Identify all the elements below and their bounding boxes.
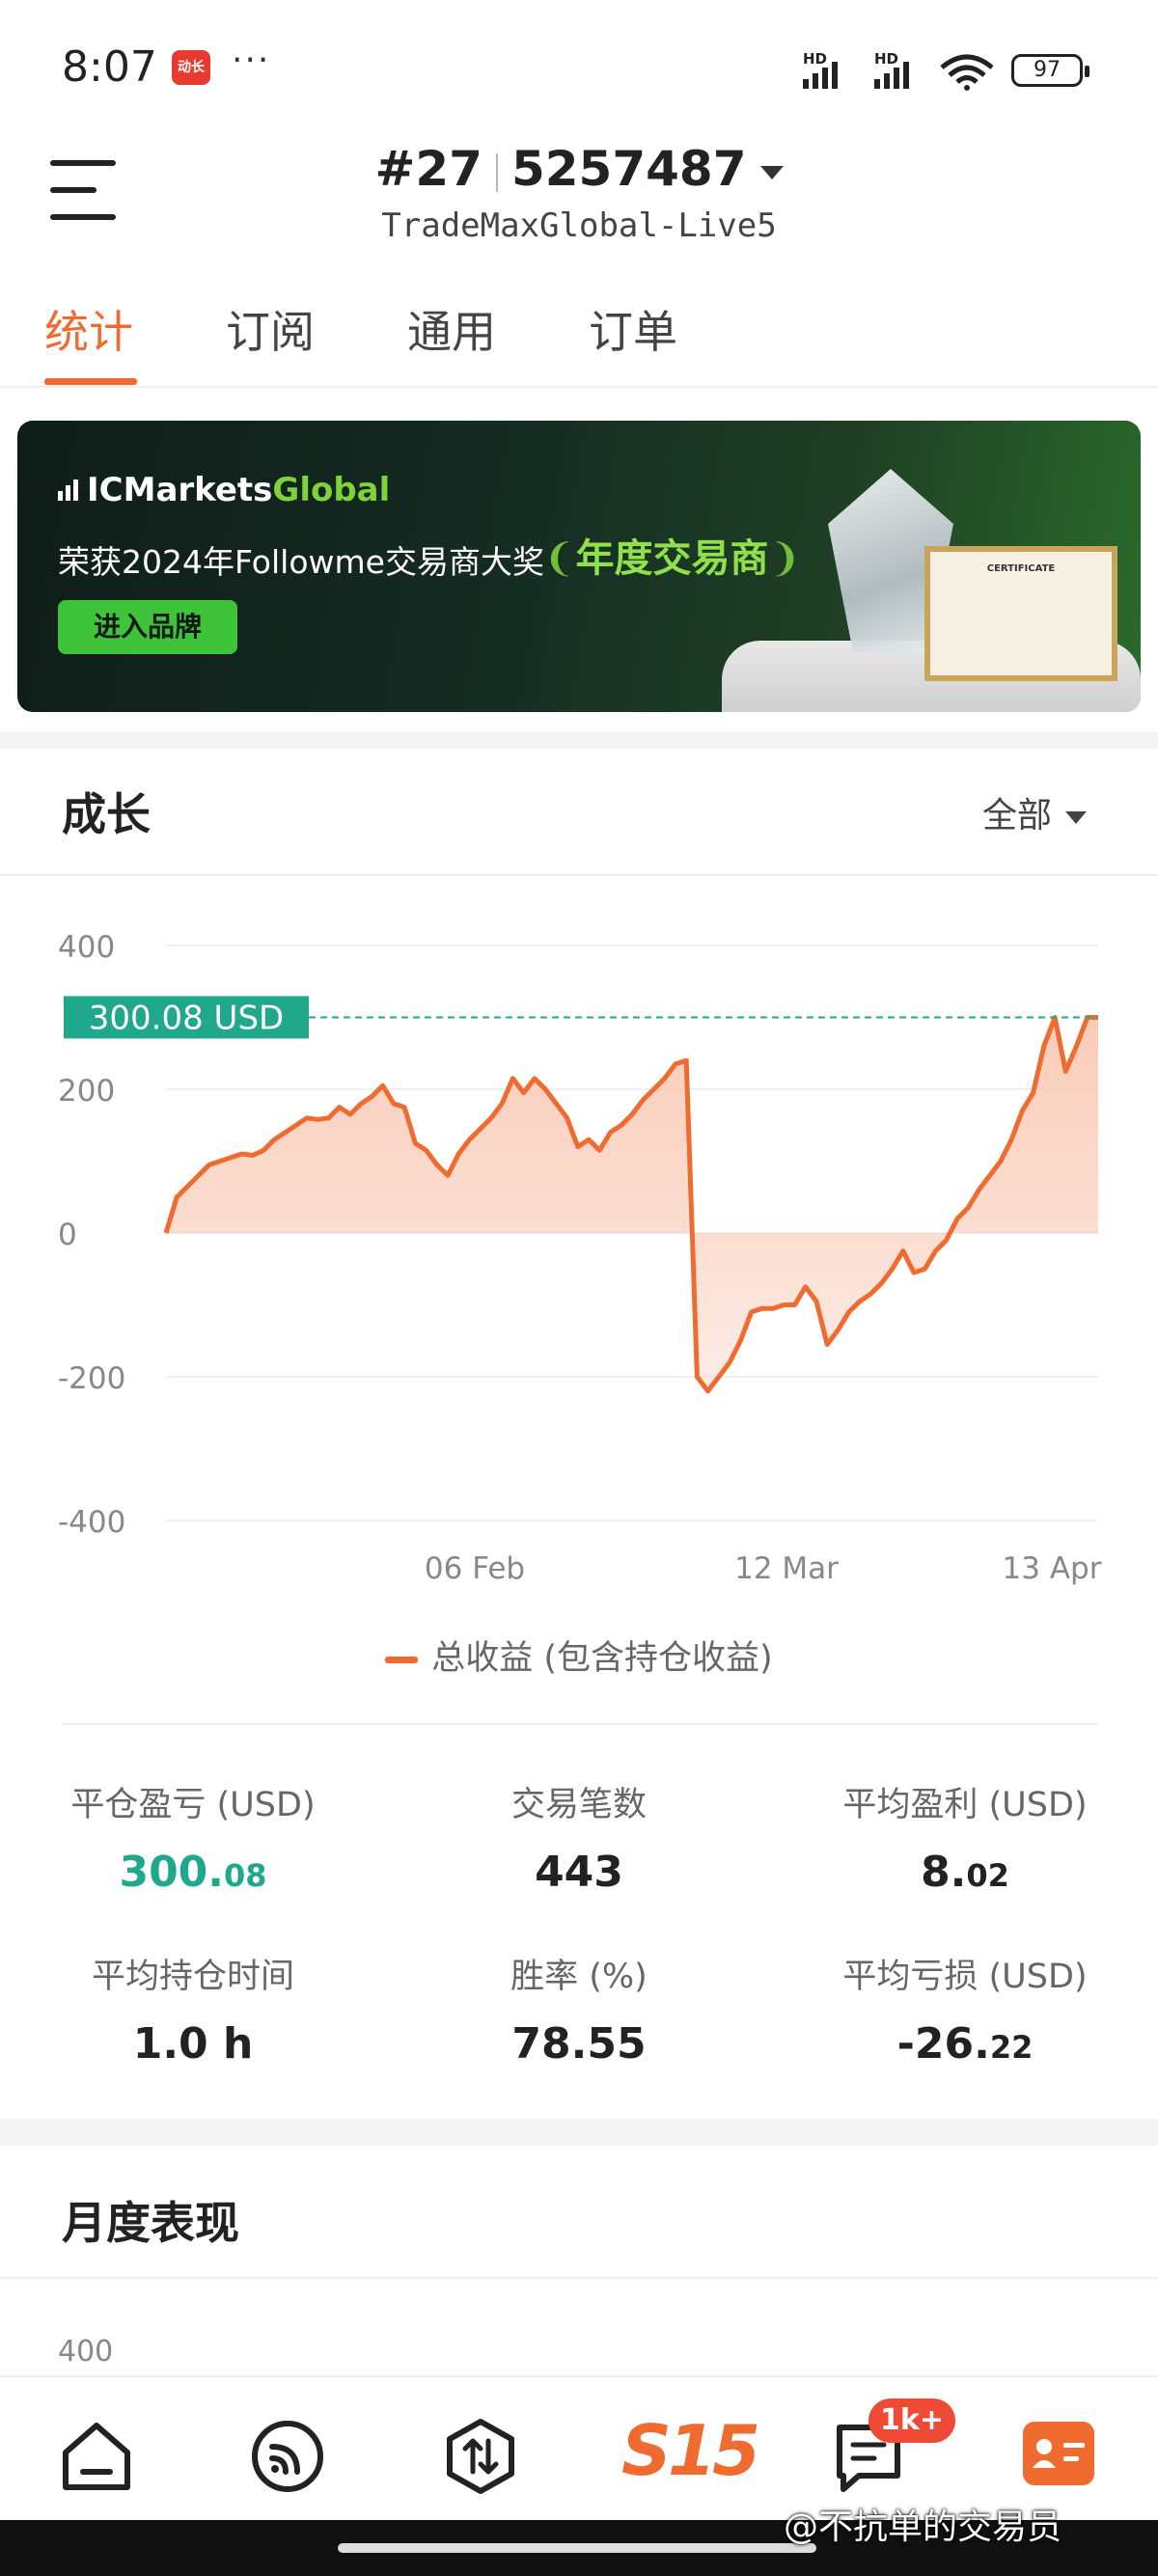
feed-icon[interactable] bbox=[249, 2418, 326, 2495]
stat-label: 平均盈利 (USD) bbox=[842, 1786, 1088, 1824]
stat-label: 胜率 (%) bbox=[510, 1958, 648, 1996]
tab-general[interactable]: 通用 bbox=[407, 297, 496, 361]
tab-stats[interactable]: 统计 bbox=[44, 297, 133, 361]
banner-award: ❨年度交易商❩ bbox=[543, 527, 801, 583]
battery-icon: 97 bbox=[1011, 54, 1089, 87]
account-number: #27 bbox=[374, 141, 482, 197]
stat-value-main: 1.0 h bbox=[132, 2019, 254, 2069]
monthly-axis-label: 400 bbox=[58, 2335, 114, 2369]
stat-value: 300.08 bbox=[0, 1848, 386, 1897]
y-tick-label: 200 bbox=[58, 1074, 115, 1109]
stat-value-main: 78.55 bbox=[511, 2019, 647, 2069]
account-id: 5257487 bbox=[510, 141, 747, 197]
s15-button[interactable]: S15 bbox=[621, 2410, 760, 2491]
legend-label: 总收益 (包含持仓收益) bbox=[431, 1639, 773, 1678]
stat-cell: 平均盈利 (USD) 8.02 bbox=[772, 1777, 1158, 1897]
ic-markets-logo: ICMarketsGlobal bbox=[58, 471, 390, 509]
watermark: @不抗单的交易员 bbox=[784, 2507, 1062, 2547]
certificate-title: CERTIFICATE bbox=[986, 563, 1056, 574]
legend-swatch bbox=[385, 1656, 419, 1663]
monthly-title: 月度表现 bbox=[62, 2197, 239, 2249]
stat-cell: 平均亏损 (USD) -26.22 bbox=[772, 1949, 1158, 2069]
chart-legend[interactable]: 总收益 (包含持仓收益) bbox=[0, 1631, 1158, 1680]
stat-value-main: 443 bbox=[535, 1848, 623, 1897]
stat-value-fraction: 02 bbox=[966, 1857, 1009, 1894]
stat-label: 平均亏损 (USD) bbox=[842, 1958, 1088, 1996]
account-separator bbox=[495, 152, 498, 192]
growth-chart[interactable]: 400 200 0 -200 -400 06 Feb 12 Mar 13 Apr 300.08 … bbox=[0, 907, 1158, 1640]
current-value-label: 300.08 USD bbox=[89, 999, 284, 1037]
stat-cell: 交易笔数 443 bbox=[386, 1777, 772, 1897]
tab-divider bbox=[0, 386, 1158, 388]
range-dropdown[interactable]: 全部 bbox=[982, 787, 1088, 837]
stat-value-main: 8. bbox=[921, 1848, 967, 1897]
app-notification-icon: 动长 bbox=[172, 50, 210, 85]
banner-subtitle: 荣获2024年Followme交易商大奖 bbox=[58, 543, 544, 581]
divider bbox=[0, 874, 1158, 876]
caret-down-icon bbox=[1065, 810, 1088, 824]
status-time: 8:07 bbox=[62, 42, 157, 92]
growth-title: 成长 bbox=[62, 788, 151, 840]
banner-award-text: 年度交易商 bbox=[575, 536, 769, 581]
certificate-image: CERTIFICATE bbox=[924, 546, 1117, 681]
app-screen: 8:07 动长 ··· HD HD 97 #27 5257487 TradeMax… bbox=[0, 0, 1158, 2576]
divider bbox=[62, 1723, 1098, 1725]
logo-global: Global bbox=[272, 471, 391, 509]
more-notifications-icon: ··· bbox=[232, 41, 271, 80]
y-tick-label: 400 bbox=[58, 930, 115, 965]
tab-subscribe[interactable]: 订阅 bbox=[226, 297, 315, 361]
profile-icon[interactable] bbox=[1023, 2422, 1094, 2485]
promo-banner[interactable]: ICMarketsGlobal 荣获2024年Followme交易商大奖 ❨年度… bbox=[17, 421, 1141, 712]
stat-value: 1.0 h bbox=[0, 2019, 386, 2069]
home-icon[interactable] bbox=[58, 2418, 135, 2495]
stat-cell: 平仓盈亏 (USD) 300.08 bbox=[0, 1777, 386, 1897]
stat-value: 443 bbox=[386, 1848, 772, 1897]
home-indicator[interactable] bbox=[338, 2543, 816, 2553]
divider bbox=[0, 2277, 1158, 2279]
x-tick-label: 13 Apr bbox=[1003, 1551, 1102, 1586]
laurel-left-icon: ❨ bbox=[543, 536, 576, 581]
stat-value: -26.22 bbox=[772, 2019, 1158, 2069]
enter-brand-button[interactable]: 进入品牌 bbox=[58, 600, 237, 654]
caret-down-icon bbox=[759, 165, 784, 179]
section-gap bbox=[0, 2119, 1158, 2146]
logo-markets: Markets bbox=[123, 471, 273, 509]
section-gap bbox=[0, 731, 1158, 749]
stat-value: 8.02 bbox=[772, 1848, 1158, 1897]
laurel-right-icon: ❩ bbox=[768, 536, 802, 581]
stat-value-fraction: 08 bbox=[224, 1857, 267, 1894]
stat-label: 平均持仓时间 bbox=[91, 1958, 294, 1996]
wifi-icon bbox=[940, 54, 994, 91]
stat-value: 78.55 bbox=[386, 2019, 772, 2069]
stat-cell: 胜率 (%) 78.55 bbox=[386, 1949, 772, 2069]
x-tick-label: 12 Mar bbox=[734, 1551, 839, 1586]
signal-icon-2 bbox=[874, 62, 909, 89]
signal-icon bbox=[803, 62, 838, 89]
logo-ic: IC bbox=[87, 471, 124, 509]
stat-value-main: 300. bbox=[119, 1848, 225, 1897]
stat-cell: 平均持仓时间 1.0 h bbox=[0, 1949, 386, 2069]
server-name: TradeMaxGlobal-Live5 bbox=[381, 206, 777, 245]
y-tick-label: -200 bbox=[58, 1361, 125, 1396]
stat-value-fraction: 22 bbox=[989, 2029, 1034, 2066]
stat-label: 交易笔数 bbox=[510, 1786, 647, 1824]
y-tick-label: -400 bbox=[58, 1505, 125, 1540]
range-label: 全部 bbox=[982, 796, 1053, 836]
y-tick-label: 0 bbox=[58, 1218, 77, 1252]
account-selector[interactable]: #27 5257487 bbox=[0, 141, 1158, 197]
series-area bbox=[166, 1017, 1098, 1391]
stat-label: 平仓盈亏 (USD) bbox=[70, 1786, 316, 1824]
active-tab-indicator bbox=[44, 378, 137, 385]
trade-icon[interactable] bbox=[442, 2418, 519, 2495]
notification-badge: 1k+ bbox=[868, 2398, 955, 2443]
stat-value-main: -26. bbox=[896, 2019, 990, 2069]
x-tick-label: 06 Feb bbox=[425, 1551, 525, 1586]
logo-bars-icon bbox=[58, 471, 81, 509]
tab-orders[interactable]: 订单 bbox=[589, 297, 677, 361]
